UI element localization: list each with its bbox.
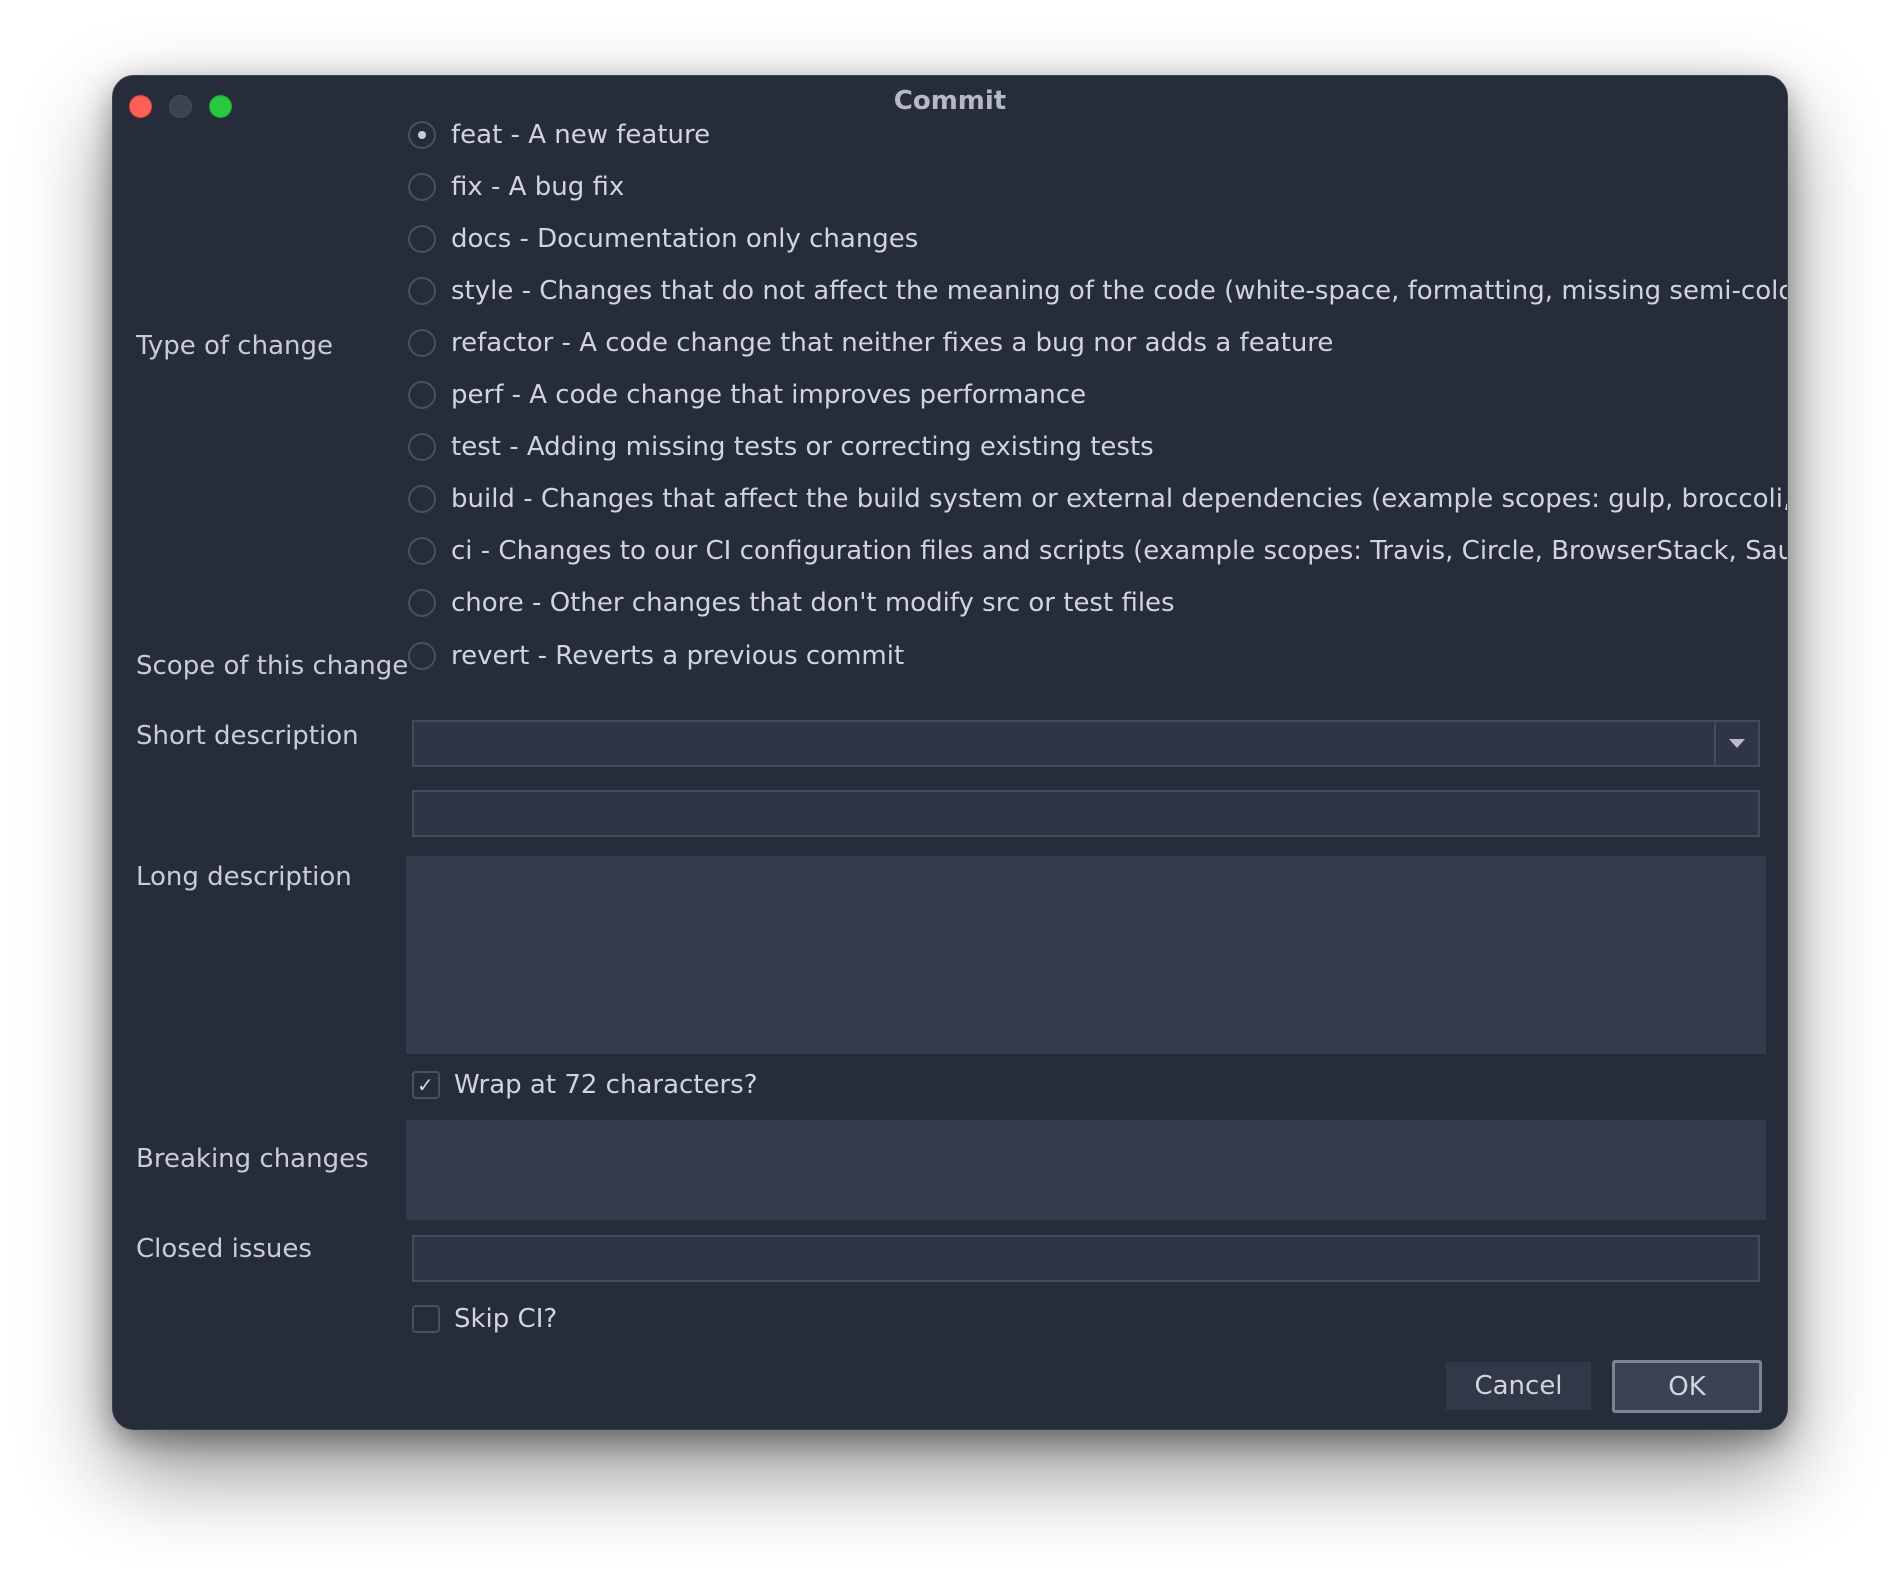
radio-label: refactor - A code change that neither fi…	[451, 328, 1334, 358]
closed-issues-label: Closed issues	[136, 1234, 312, 1264]
radio-label: ci - Changes to our CI configuration fil…	[451, 536, 1788, 566]
skip-ci-checkbox-row[interactable]: Skip CI?	[412, 1299, 557, 1339]
ok-button[interactable]: OK	[1612, 1360, 1762, 1413]
commit-dialog: Commit Type of change feat - A new featu…	[112, 75, 1788, 1430]
cancel-button[interactable]: Cancel	[1446, 1362, 1591, 1410]
radio-option-docs[interactable]: docs - Documentation only changes	[408, 219, 918, 259]
window-title: Commit	[893, 86, 1007, 116]
radio-option-ci[interactable]: ci - Changes to our CI configuration fil…	[408, 531, 1788, 571]
radio-button[interactable]	[408, 485, 436, 513]
radio-option-perf[interactable]: perf - A code change that improves perfo…	[408, 375, 1086, 415]
radio-option-feat[interactable]: feat - A new feature	[408, 115, 710, 155]
radio-button[interactable]	[408, 225, 436, 253]
radio-option-fix[interactable]: fix - A bug fix	[408, 167, 624, 207]
breaking-changes-textarea[interactable]	[406, 1120, 1766, 1220]
wrap-checkbox[interactable]: ✓	[412, 1071, 440, 1099]
radio-button[interactable]	[408, 589, 436, 617]
long-description-textarea[interactable]	[406, 856, 1766, 1054]
radio-button[interactable]	[408, 277, 436, 305]
radio-label: feat - A new feature	[451, 120, 711, 150]
wrap-checkbox-row[interactable]: ✓ Wrap at 72 characters?	[412, 1065, 758, 1105]
scope-combobox[interactable]	[412, 720, 1760, 767]
type-of-change-label: Type of change	[136, 331, 333, 361]
title-bar: Commit	[113, 76, 1787, 132]
radio-button[interactable]	[408, 537, 436, 565]
short-description-label: Short description	[136, 721, 359, 751]
radio-button[interactable]	[408, 121, 436, 149]
short-description-input[interactable]	[412, 790, 1760, 837]
radio-button[interactable]	[408, 433, 436, 461]
radio-label: docs - Documentation only changes	[451, 224, 919, 254]
radio-option-chore[interactable]: chore - Other changes that don't modify …	[408, 583, 1175, 623]
closed-issues-input[interactable]	[412, 1235, 1760, 1282]
radio-option-test[interactable]: test - Adding missing tests or correctin…	[408, 427, 1154, 467]
radio-label: chore - Other changes that don't modify …	[451, 588, 1175, 618]
radio-option-style[interactable]: style - Changes that do not affect the m…	[408, 271, 1788, 311]
radio-label: build - Changes that affect the build sy…	[451, 484, 1788, 514]
radio-label: style - Changes that do not affect the m…	[451, 276, 1788, 306]
wrap-label: Wrap at 72 characters?	[454, 1070, 758, 1100]
radio-button[interactable]	[408, 642, 436, 670]
radio-button[interactable]	[408, 381, 436, 409]
radio-label: revert - Reverts a previous commit	[451, 641, 905, 671]
skip-ci-label: Skip CI?	[454, 1304, 558, 1334]
radio-button[interactable]	[408, 329, 436, 357]
radio-option-refactor[interactable]: refactor - A code change that neither fi…	[408, 323, 1333, 363]
radio-label: fix - A bug fix	[451, 172, 625, 202]
radio-label: test - Adding missing tests or correctin…	[451, 432, 1154, 462]
breaking-changes-label: Breaking changes	[136, 1144, 369, 1174]
scope-label: Scope of this change	[136, 651, 409, 681]
long-description-label: Long description	[136, 862, 352, 892]
radio-button[interactable]	[408, 173, 436, 201]
checkmark-icon: ✓	[417, 1073, 434, 1097]
skip-ci-checkbox[interactable]	[412, 1305, 440, 1333]
chevron-down-icon[interactable]	[1714, 722, 1758, 765]
radio-label: perf - A code change that improves perfo…	[451, 380, 1087, 410]
radio-option-build[interactable]: build - Changes that affect the build sy…	[408, 479, 1788, 519]
radio-option-revert[interactable]: revert - Reverts a previous commit	[408, 636, 904, 676]
